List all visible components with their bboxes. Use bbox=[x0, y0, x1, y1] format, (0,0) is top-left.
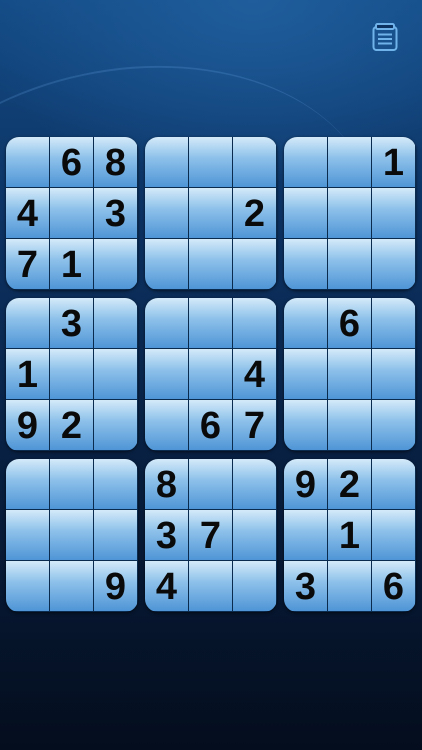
sudoku-cell[interactable] bbox=[145, 239, 188, 289]
sudoku-cell[interactable] bbox=[6, 510, 49, 560]
sudoku-cell[interactable] bbox=[328, 188, 371, 238]
sudoku-cell[interactable] bbox=[284, 298, 327, 348]
sudoku-cell[interactable] bbox=[233, 239, 276, 289]
sudoku-cell[interactable] bbox=[233, 298, 276, 348]
sudoku-cell[interactable] bbox=[6, 298, 49, 348]
sudoku-cell[interactable] bbox=[328, 239, 371, 289]
sudoku-cell[interactable]: 8 bbox=[145, 459, 188, 509]
sudoku-cell[interactable] bbox=[328, 349, 371, 399]
sudoku-cell[interactable]: 6 bbox=[189, 400, 232, 450]
sudoku-box: 3192 bbox=[6, 298, 138, 451]
sudoku-cell[interactable]: 2 bbox=[233, 188, 276, 238]
sudoku-board: 68437121319246769837492136 bbox=[6, 137, 416, 612]
sudoku-cell[interactable] bbox=[189, 137, 232, 187]
sudoku-cell[interactable] bbox=[189, 188, 232, 238]
sudoku-cell[interactable]: 3 bbox=[284, 561, 327, 611]
menu-button[interactable] bbox=[370, 22, 400, 52]
sudoku-cell[interactable] bbox=[372, 349, 415, 399]
sudoku-cell[interactable] bbox=[189, 561, 232, 611]
sudoku-cell[interactable]: 6 bbox=[328, 298, 371, 348]
sudoku-cell[interactable]: 1 bbox=[372, 137, 415, 187]
sudoku-cell[interactable] bbox=[284, 137, 327, 187]
sudoku-cell[interactable] bbox=[189, 239, 232, 289]
sudoku-cell[interactable] bbox=[145, 349, 188, 399]
sudoku-cell[interactable] bbox=[233, 459, 276, 509]
sudoku-cell[interactable]: 2 bbox=[50, 400, 93, 450]
sudoku-cell[interactable]: 6 bbox=[372, 561, 415, 611]
sudoku-box: 2 bbox=[145, 137, 277, 290]
sudoku-box: 8374 bbox=[145, 459, 277, 612]
sudoku-cell[interactable] bbox=[372, 459, 415, 509]
sudoku-cell[interactable] bbox=[328, 137, 371, 187]
sudoku-cell[interactable] bbox=[6, 137, 49, 187]
sudoku-box: 1 bbox=[284, 137, 416, 290]
sudoku-box: 9 bbox=[6, 459, 138, 612]
sudoku-cell[interactable]: 7 bbox=[189, 510, 232, 560]
sudoku-cell[interactable]: 9 bbox=[94, 561, 137, 611]
sudoku-cell[interactable] bbox=[145, 400, 188, 450]
sudoku-cell[interactable] bbox=[189, 298, 232, 348]
sudoku-cell[interactable] bbox=[328, 400, 371, 450]
sudoku-cell[interactable]: 3 bbox=[94, 188, 137, 238]
sudoku-cell[interactable] bbox=[6, 459, 49, 509]
sudoku-cell[interactable] bbox=[233, 510, 276, 560]
sudoku-cell[interactable] bbox=[94, 459, 137, 509]
sudoku-box: 467 bbox=[145, 298, 277, 451]
sudoku-cell[interactable]: 1 bbox=[50, 239, 93, 289]
sudoku-cell[interactable] bbox=[50, 459, 93, 509]
sudoku-cell[interactable] bbox=[50, 188, 93, 238]
sudoku-cell[interactable] bbox=[372, 400, 415, 450]
sudoku-cell[interactable] bbox=[145, 137, 188, 187]
sudoku-cell[interactable] bbox=[94, 400, 137, 450]
sudoku-cell[interactable] bbox=[145, 188, 188, 238]
sudoku-cell[interactable] bbox=[284, 510, 327, 560]
sudoku-cell[interactable] bbox=[372, 188, 415, 238]
sudoku-cell[interactable]: 1 bbox=[6, 349, 49, 399]
sudoku-cell[interactable]: 1 bbox=[328, 510, 371, 560]
sudoku-cell[interactable]: 3 bbox=[50, 298, 93, 348]
sudoku-cell[interactable]: 9 bbox=[284, 459, 327, 509]
sudoku-cell[interactable] bbox=[189, 349, 232, 399]
sudoku-cell[interactable] bbox=[284, 188, 327, 238]
sudoku-cell[interactable]: 9 bbox=[6, 400, 49, 450]
sudoku-cell[interactable] bbox=[6, 561, 49, 611]
sudoku-box: 684371 bbox=[6, 137, 138, 290]
sudoku-cell[interactable] bbox=[372, 298, 415, 348]
sudoku-cell[interactable] bbox=[189, 459, 232, 509]
sudoku-cell[interactable] bbox=[50, 510, 93, 560]
sudoku-cell[interactable]: 7 bbox=[6, 239, 49, 289]
sudoku-cell[interactable]: 6 bbox=[50, 137, 93, 187]
sudoku-cell[interactable] bbox=[328, 561, 371, 611]
sudoku-cell[interactable] bbox=[233, 561, 276, 611]
sudoku-cell[interactable] bbox=[94, 510, 137, 560]
game-screen: 68437121319246769837492136 bbox=[0, 0, 422, 750]
sudoku-cell[interactable] bbox=[284, 400, 327, 450]
sudoku-cell[interactable] bbox=[372, 239, 415, 289]
sudoku-cell[interactable] bbox=[284, 349, 327, 399]
sudoku-cell[interactable] bbox=[94, 298, 137, 348]
sudoku-cell[interactable] bbox=[284, 239, 327, 289]
sudoku-cell[interactable]: 4 bbox=[145, 561, 188, 611]
sudoku-cell[interactable] bbox=[94, 239, 137, 289]
sudoku-cell[interactable]: 4 bbox=[6, 188, 49, 238]
sudoku-cell[interactable] bbox=[94, 349, 137, 399]
sudoku-cell[interactable] bbox=[372, 510, 415, 560]
sudoku-cell[interactable] bbox=[50, 349, 93, 399]
sudoku-cell[interactable]: 4 bbox=[233, 349, 276, 399]
sudoku-cell[interactable] bbox=[50, 561, 93, 611]
sudoku-box: 92136 bbox=[284, 459, 416, 612]
sudoku-cell[interactable]: 7 bbox=[233, 400, 276, 450]
sudoku-cell[interactable] bbox=[145, 298, 188, 348]
notepad-list-icon bbox=[372, 23, 398, 51]
sudoku-box: 6 bbox=[284, 298, 416, 451]
sudoku-cell[interactable]: 8 bbox=[94, 137, 137, 187]
sudoku-cell[interactable]: 3 bbox=[145, 510, 188, 560]
sudoku-cell[interactable] bbox=[233, 137, 276, 187]
sudoku-cell[interactable]: 2 bbox=[328, 459, 371, 509]
